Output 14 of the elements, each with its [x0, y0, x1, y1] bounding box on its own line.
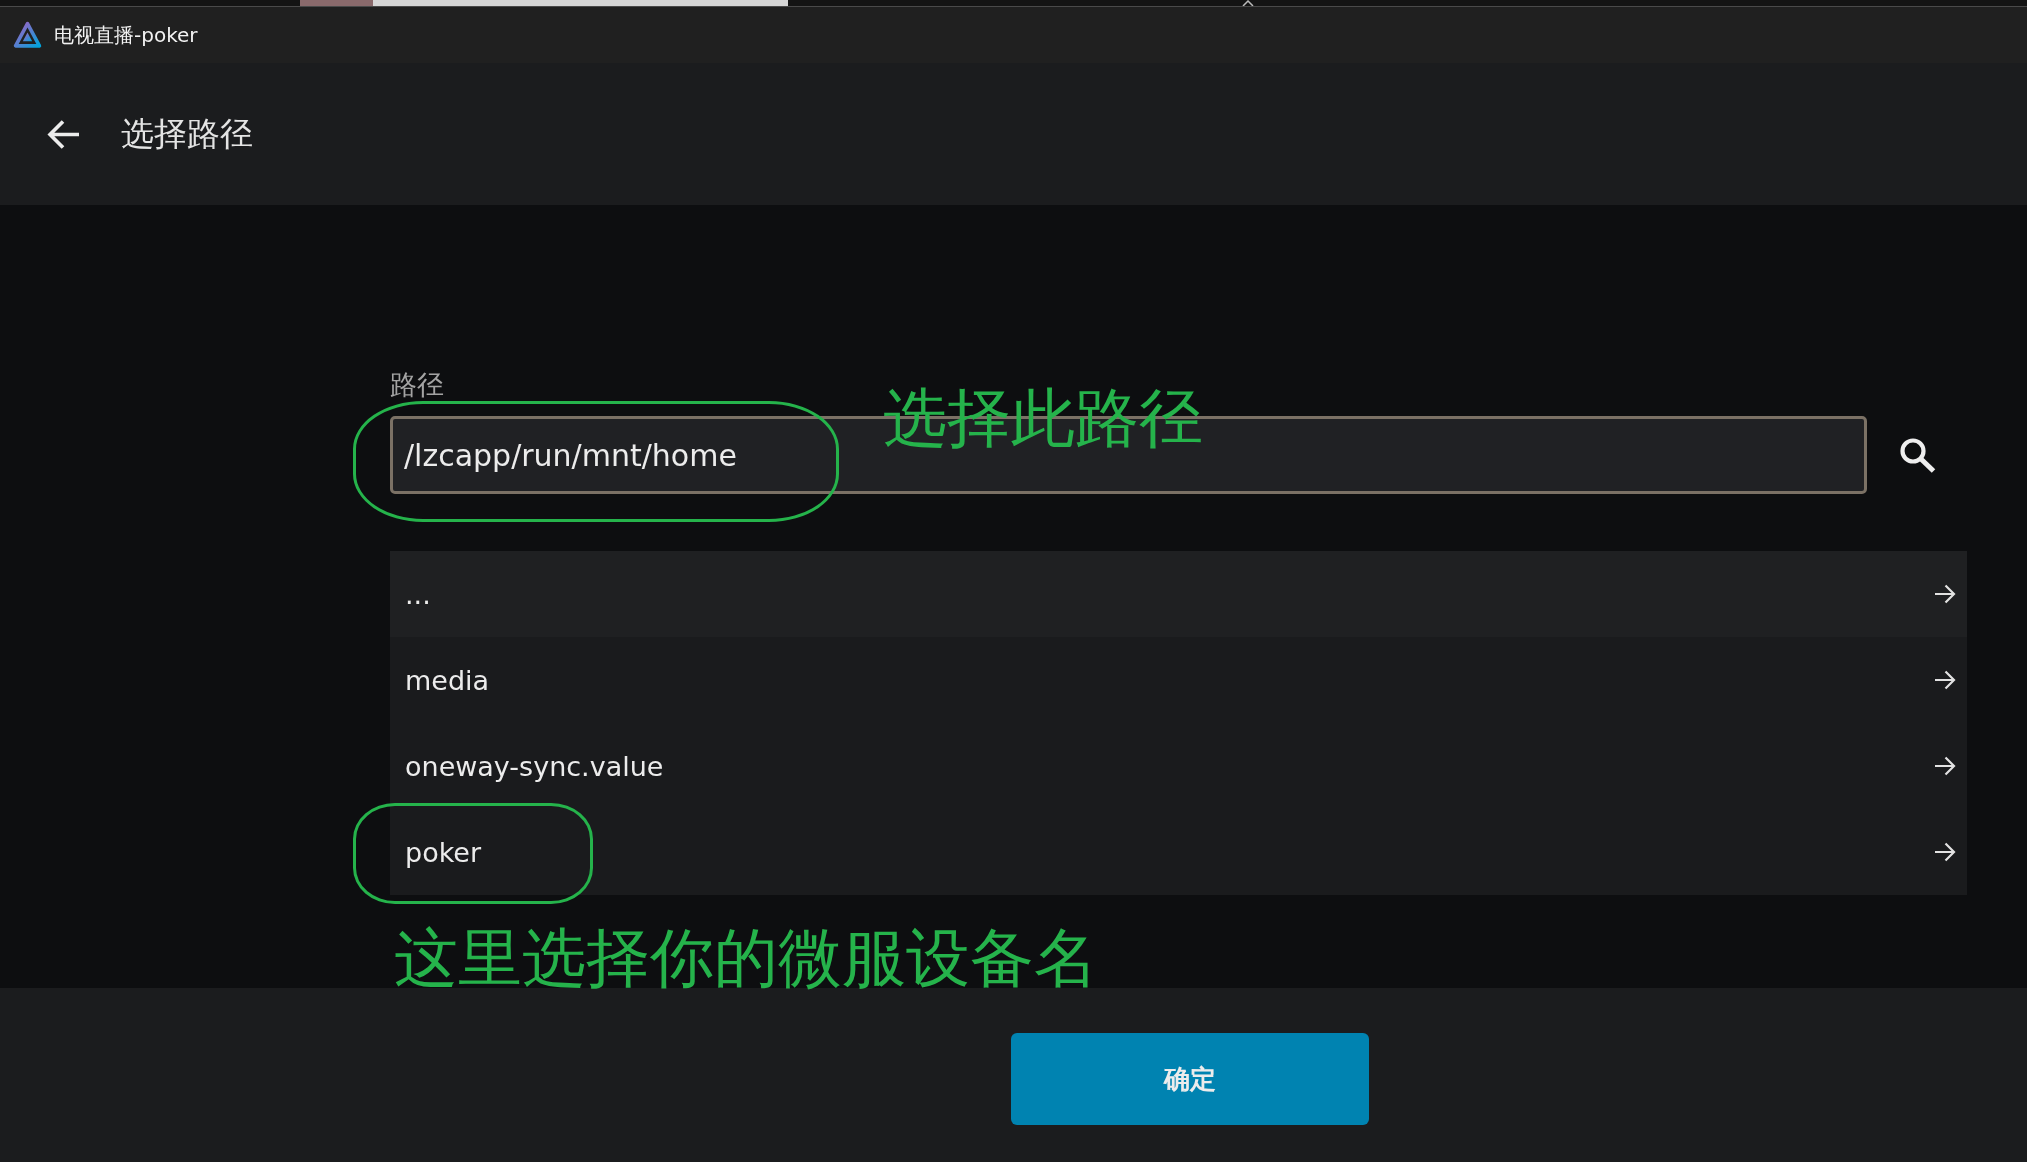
annotation-text: 这里选择你的微服设备名 [394, 926, 1098, 990]
window-title: 电视直播-poker [54, 21, 198, 49]
triangle-logo-icon [13, 20, 42, 50]
right-arrow-icon [1934, 756, 1956, 776]
confirm-button[interactable]: 确定 [1011, 1033, 1369, 1125]
field-label: 路径 [390, 368, 444, 402]
caret-icon [1242, 0, 1254, 6]
right-arrow-icon [1934, 584, 1956, 604]
folder-row[interactable]: ... [390, 551, 1967, 637]
search-icon[interactable] [1898, 437, 1936, 473]
right-arrow-icon [1934, 842, 1956, 862]
left-arrow-icon[interactable] [46, 118, 81, 150]
page-title: 选择路径 [121, 112, 253, 155]
right-arrow-icon [1934, 670, 1956, 690]
